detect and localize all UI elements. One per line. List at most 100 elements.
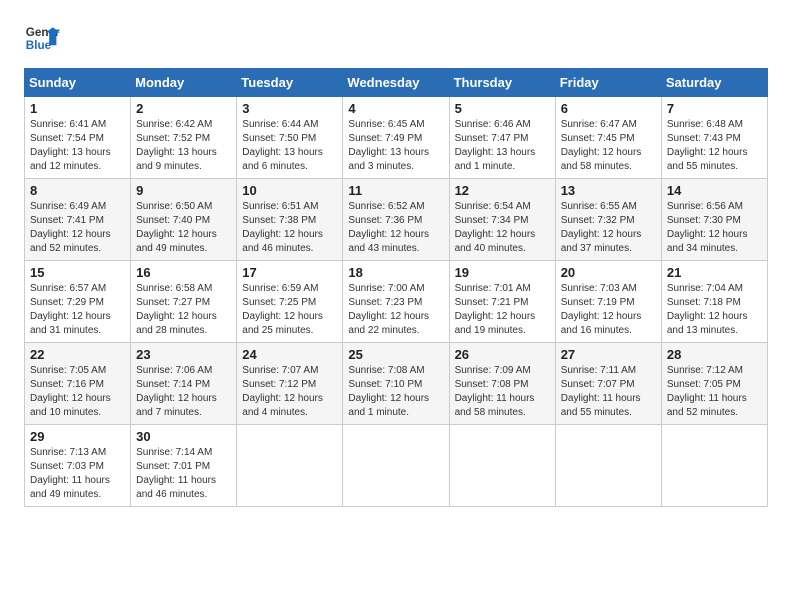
day-number: 23 <box>136 347 231 362</box>
day-info: Sunrise: 6:50 AMSunset: 7:40 PMDaylight:… <box>136 201 217 254</box>
day-info: Sunrise: 6:52 AMSunset: 7:36 PMDaylight:… <box>348 201 429 254</box>
day-info: Sunrise: 6:45 AMSunset: 7:49 PMDaylight:… <box>348 119 429 172</box>
calendar-cell: 22 Sunrise: 7:05 AMSunset: 7:16 PMDaylig… <box>25 343 131 425</box>
day-info: Sunrise: 6:49 AMSunset: 7:41 PMDaylight:… <box>30 201 111 254</box>
day-number: 3 <box>242 101 337 116</box>
day-info: Sunrise: 7:09 AMSunset: 7:08 PMDaylight:… <box>455 365 535 418</box>
day-number: 7 <box>667 101 762 116</box>
day-number: 5 <box>455 101 550 116</box>
calendar-cell: 19 Sunrise: 7:01 AMSunset: 7:21 PMDaylig… <box>449 261 555 343</box>
calendar-cell: 16 Sunrise: 6:58 AMSunset: 7:27 PMDaylig… <box>131 261 237 343</box>
week-row-3: 15 Sunrise: 6:57 AMSunset: 7:29 PMDaylig… <box>25 261 768 343</box>
day-number: 22 <box>30 347 125 362</box>
day-number: 25 <box>348 347 443 362</box>
day-number: 6 <box>561 101 656 116</box>
calendar-cell: 25 Sunrise: 7:08 AMSunset: 7:10 PMDaylig… <box>343 343 449 425</box>
header-tuesday: Tuesday <box>237 69 343 97</box>
day-number: 1 <box>30 101 125 116</box>
calendar-cell: 4 Sunrise: 6:45 AMSunset: 7:49 PMDayligh… <box>343 97 449 179</box>
calendar-cell: 14 Sunrise: 6:56 AMSunset: 7:30 PMDaylig… <box>661 179 767 261</box>
calendar-cell: 6 Sunrise: 6:47 AMSunset: 7:45 PMDayligh… <box>555 97 661 179</box>
day-info: Sunrise: 6:56 AMSunset: 7:30 PMDaylight:… <box>667 201 748 254</box>
day-info: Sunrise: 7:07 AMSunset: 7:12 PMDaylight:… <box>242 365 323 418</box>
week-row-1: 1 Sunrise: 6:41 AMSunset: 7:54 PMDayligh… <box>25 97 768 179</box>
day-info: Sunrise: 7:13 AMSunset: 7:03 PMDaylight:… <box>30 447 110 500</box>
day-info: Sunrise: 7:03 AMSunset: 7:19 PMDaylight:… <box>561 283 642 336</box>
day-info: Sunrise: 6:44 AMSunset: 7:50 PMDaylight:… <box>242 119 323 172</box>
day-number: 12 <box>455 183 550 198</box>
calendar-cell <box>237 425 343 507</box>
day-number: 14 <box>667 183 762 198</box>
week-row-5: 29 Sunrise: 7:13 AMSunset: 7:03 PMDaylig… <box>25 425 768 507</box>
header-wednesday: Wednesday <box>343 69 449 97</box>
day-number: 27 <box>561 347 656 362</box>
day-info: Sunrise: 6:42 AMSunset: 7:52 PMDaylight:… <box>136 119 217 172</box>
calendar-cell: 18 Sunrise: 7:00 AMSunset: 7:23 PMDaylig… <box>343 261 449 343</box>
calendar-cell: 26 Sunrise: 7:09 AMSunset: 7:08 PMDaylig… <box>449 343 555 425</box>
calendar-cell: 2 Sunrise: 6:42 AMSunset: 7:52 PMDayligh… <box>131 97 237 179</box>
calendar-cell: 24 Sunrise: 7:07 AMSunset: 7:12 PMDaylig… <box>237 343 343 425</box>
day-info: Sunrise: 7:11 AMSunset: 7:07 PMDaylight:… <box>561 365 641 418</box>
day-number: 8 <box>30 183 125 198</box>
calendar-cell: 13 Sunrise: 6:55 AMSunset: 7:32 PMDaylig… <box>555 179 661 261</box>
calendar-cell: 15 Sunrise: 6:57 AMSunset: 7:29 PMDaylig… <box>25 261 131 343</box>
calendar-cell: 28 Sunrise: 7:12 AMSunset: 7:05 PMDaylig… <box>661 343 767 425</box>
week-row-2: 8 Sunrise: 6:49 AMSunset: 7:41 PMDayligh… <box>25 179 768 261</box>
day-number: 4 <box>348 101 443 116</box>
day-number: 26 <box>455 347 550 362</box>
day-number: 10 <box>242 183 337 198</box>
day-info: Sunrise: 6:46 AMSunset: 7:47 PMDaylight:… <box>455 119 536 172</box>
day-number: 17 <box>242 265 337 280</box>
day-number: 9 <box>136 183 231 198</box>
calendar-cell: 27 Sunrise: 7:11 AMSunset: 7:07 PMDaylig… <box>555 343 661 425</box>
day-info: Sunrise: 7:12 AMSunset: 7:05 PMDaylight:… <box>667 365 747 418</box>
calendar-cell: 20 Sunrise: 7:03 AMSunset: 7:19 PMDaylig… <box>555 261 661 343</box>
calendar-cell: 23 Sunrise: 7:06 AMSunset: 7:14 PMDaylig… <box>131 343 237 425</box>
day-number: 2 <box>136 101 231 116</box>
calendar-body: 1 Sunrise: 6:41 AMSunset: 7:54 PMDayligh… <box>25 97 768 507</box>
logo-icon: General Blue <box>24 20 60 56</box>
day-info: Sunrise: 7:14 AMSunset: 7:01 PMDaylight:… <box>136 447 216 500</box>
day-info: Sunrise: 6:54 AMSunset: 7:34 PMDaylight:… <box>455 201 536 254</box>
svg-text:Blue: Blue <box>26 39 52 52</box>
day-info: Sunrise: 6:58 AMSunset: 7:27 PMDaylight:… <box>136 283 217 336</box>
calendar-cell: 10 Sunrise: 6:51 AMSunset: 7:38 PMDaylig… <box>237 179 343 261</box>
calendar-cell: 29 Sunrise: 7:13 AMSunset: 7:03 PMDaylig… <box>25 425 131 507</box>
day-number: 24 <box>242 347 337 362</box>
day-info: Sunrise: 7:00 AMSunset: 7:23 PMDaylight:… <box>348 283 429 336</box>
day-number: 20 <box>561 265 656 280</box>
day-info: Sunrise: 6:48 AMSunset: 7:43 PMDaylight:… <box>667 119 748 172</box>
day-number: 21 <box>667 265 762 280</box>
day-info: Sunrise: 7:01 AMSunset: 7:21 PMDaylight:… <box>455 283 536 336</box>
calendar-cell: 30 Sunrise: 7:14 AMSunset: 7:01 PMDaylig… <box>131 425 237 507</box>
calendar-cell: 12 Sunrise: 6:54 AMSunset: 7:34 PMDaylig… <box>449 179 555 261</box>
calendar-cell <box>343 425 449 507</box>
day-info: Sunrise: 6:51 AMSunset: 7:38 PMDaylight:… <box>242 201 323 254</box>
calendar-cell: 11 Sunrise: 6:52 AMSunset: 7:36 PMDaylig… <box>343 179 449 261</box>
header-friday: Friday <box>555 69 661 97</box>
day-number: 11 <box>348 183 443 198</box>
calendar-header: SundayMondayTuesdayWednesdayThursdayFrid… <box>25 69 768 97</box>
calendar-cell <box>449 425 555 507</box>
logo: General Blue <box>24 20 60 56</box>
day-number: 29 <box>30 429 125 444</box>
calendar-cell: 21 Sunrise: 7:04 AMSunset: 7:18 PMDaylig… <box>661 261 767 343</box>
day-number: 30 <box>136 429 231 444</box>
day-number: 16 <box>136 265 231 280</box>
day-info: Sunrise: 6:47 AMSunset: 7:45 PMDaylight:… <box>561 119 642 172</box>
day-info: Sunrise: 7:05 AMSunset: 7:16 PMDaylight:… <box>30 365 111 418</box>
calendar-cell: 1 Sunrise: 6:41 AMSunset: 7:54 PMDayligh… <box>25 97 131 179</box>
day-number: 13 <box>561 183 656 198</box>
header: General Blue <box>24 20 768 56</box>
day-number: 19 <box>455 265 550 280</box>
day-info: Sunrise: 6:57 AMSunset: 7:29 PMDaylight:… <box>30 283 111 336</box>
week-row-4: 22 Sunrise: 7:05 AMSunset: 7:16 PMDaylig… <box>25 343 768 425</box>
calendar-cell: 8 Sunrise: 6:49 AMSunset: 7:41 PMDayligh… <box>25 179 131 261</box>
day-info: Sunrise: 7:06 AMSunset: 7:14 PMDaylight:… <box>136 365 217 418</box>
calendar-cell: 3 Sunrise: 6:44 AMSunset: 7:50 PMDayligh… <box>237 97 343 179</box>
header-monday: Monday <box>131 69 237 97</box>
calendar-cell: 17 Sunrise: 6:59 AMSunset: 7:25 PMDaylig… <box>237 261 343 343</box>
header-sunday: Sunday <box>25 69 131 97</box>
day-info: Sunrise: 6:41 AMSunset: 7:54 PMDaylight:… <box>30 119 111 172</box>
day-info: Sunrise: 7:08 AMSunset: 7:10 PMDaylight:… <box>348 365 429 418</box>
